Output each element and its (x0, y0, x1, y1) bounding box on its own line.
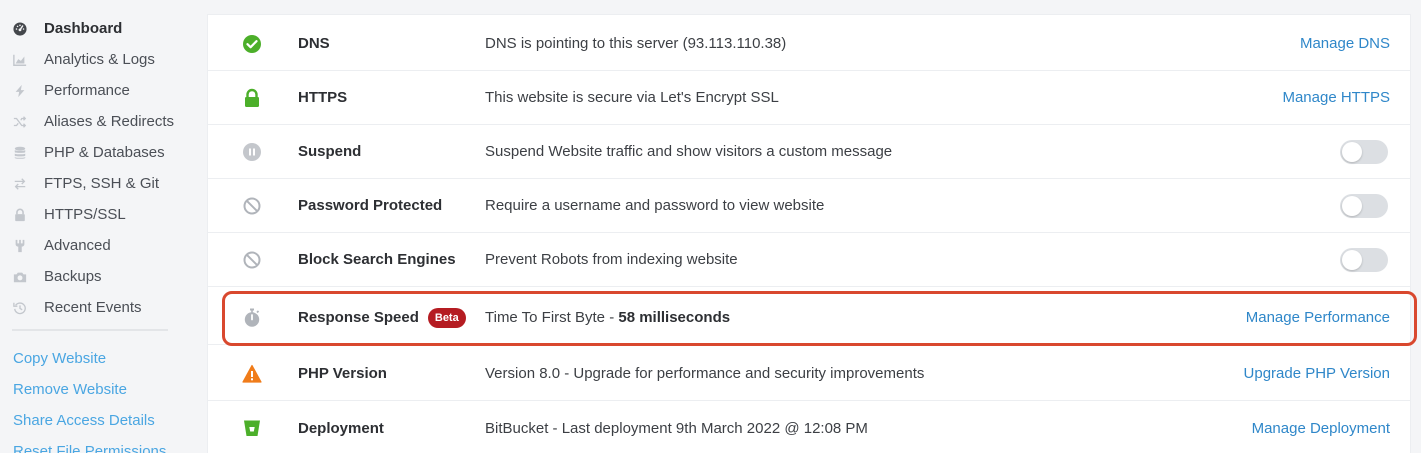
row-description: Prevent Robots from indexing website (485, 251, 738, 268)
sidebar-item-backups[interactable]: Backups (0, 261, 200, 292)
sidebar-item-label: Backups (44, 268, 102, 285)
beta-badge: Beta (427, 307, 466, 328)
row-description: Time To First Byte - 58 milliseconds (485, 309, 730, 326)
sidebar-item-label: HTTPS/SSL (44, 206, 126, 223)
sidebar-item-php-databases[interactable]: PHP & Databases (0, 137, 200, 168)
row-label: Deployment (298, 419, 384, 437)
manage-performance-link[interactable]: Manage Performance (1246, 309, 1390, 326)
row-description: BitBucket - Last deployment 9th March 20… (485, 419, 868, 437)
row-label: PHP Version (298, 365, 387, 382)
row-response-speed: Response Speed Beta Time To First Byte -… (208, 291, 1410, 345)
manage-deployment-link[interactable]: Manage Deployment (1252, 420, 1390, 437)
row-label: Password Protected (298, 197, 443, 214)
row-description: DNS is pointing to this server (93.113.1… (485, 35, 787, 52)
response-speed-label: Response Speed (298, 309, 419, 326)
row-description: Suspend Website traffic and show visitor… (485, 143, 893, 160)
row-description: Require a username and password to view … (485, 197, 825, 214)
stopwatch-icon (242, 308, 262, 328)
row-label: Response Speed Beta (298, 307, 466, 328)
dashboard-icon (12, 21, 28, 37)
row-label: Suspend (298, 143, 362, 160)
ban-icon (242, 196, 262, 216)
shuffle-icon (12, 114, 28, 130)
bolt-icon (12, 83, 28, 99)
exchange-icon (12, 176, 28, 192)
page: Dashboard Analytics & Logs Performance A… (0, 0, 1421, 453)
website-status-card: DNS DNS is pointing to this server (93.1… (207, 14, 1411, 453)
ban-icon (242, 250, 262, 270)
sidebar-item-label: Advanced (44, 237, 111, 254)
sidebar-item-analytics[interactable]: Analytics & Logs (0, 44, 200, 75)
sidebar-divider (12, 329, 168, 331)
sidebar-item-advanced[interactable]: Advanced (0, 230, 200, 261)
row-php-version: PHP Version Version 8.0 - Upgrade for pe… (208, 347, 1410, 401)
sidebar-item-ftps[interactable]: FTPS, SSH & Git (0, 168, 200, 199)
row-dns: DNS DNS is pointing to this server (93.1… (208, 17, 1410, 71)
ttfb-label: Time To First Byte - (485, 309, 619, 326)
sidebar-item-label: Analytics & Logs (44, 51, 155, 68)
manage-dns-link[interactable]: Manage DNS (1300, 35, 1390, 52)
sidebar-item-label: Aliases & Redirects (44, 113, 175, 130)
lock-icon (12, 207, 28, 223)
row-label: Block Search Engines (298, 251, 456, 268)
sidebar-item-label: Performance (44, 82, 130, 99)
sidebar-item-https-ssl[interactable]: HTTPS/SSL (0, 199, 200, 230)
check-circle-icon (242, 34, 262, 54)
row-deployment: Deployment BitBucket - Last deployment 9… (208, 401, 1410, 453)
sidebar-item-label: FTPS, SSH & Git (44, 175, 160, 192)
row-block-search-engines: Block Search Engines Prevent Robots from… (208, 233, 1410, 287)
lock-icon (242, 88, 262, 108)
share-access-details-link[interactable]: Share Access Details (0, 405, 200, 436)
chart-icon (12, 52, 28, 68)
sidebar-item-recent-events[interactable]: Recent Events (0, 292, 200, 323)
block-search-engines-toggle[interactable] (1340, 247, 1388, 272)
ttfb-value: 58 milliseconds (618, 309, 731, 326)
manage-https-link[interactable]: Manage HTTPS (1282, 89, 1390, 106)
row-label: DNS (298, 35, 330, 52)
sidebar-item-dashboard[interactable]: Dashboard (0, 13, 200, 44)
row-suspend: Suspend Suspend Website traffic and show… (208, 125, 1410, 179)
pause-circle-icon (242, 142, 262, 162)
reset-file-permissions-link[interactable]: Reset File Permissions (0, 436, 200, 453)
row-https: HTTPS This website is secure via Let's E… (208, 71, 1410, 125)
row-description: This website is secure via Let's Encrypt… (485, 89, 779, 106)
database-icon (12, 145, 28, 161)
warning-icon (242, 364, 262, 384)
bitbucket-icon (242, 418, 262, 438)
camera-icon (12, 269, 28, 285)
wrench-icon (12, 238, 28, 254)
suspend-toggle[interactable] (1340, 139, 1388, 164)
sidebar-item-label: PHP & Databases (44, 144, 165, 161)
sidebar-item-performance[interactable]: Performance (0, 75, 200, 106)
password-protected-toggle[interactable] (1340, 193, 1388, 218)
sidebar-item-aliases[interactable]: Aliases & Redirects (0, 106, 200, 137)
copy-website-link[interactable]: Copy Website (0, 343, 200, 374)
sidebar-item-label: Dashboard (44, 20, 123, 37)
upgrade-php-version-link[interactable]: Upgrade PHP Version (1244, 365, 1390, 382)
row-label: HTTPS (298, 89, 348, 106)
remove-website-link[interactable]: Remove Website (0, 374, 200, 405)
sidebar: Dashboard Analytics & Logs Performance A… (0, 0, 200, 453)
row-description: Version 8.0 - Upgrade for performance an… (485, 365, 925, 382)
sidebar-item-label: Recent Events (44, 299, 142, 316)
history-icon (12, 300, 28, 316)
row-password-protected: Password Protected Require a username an… (208, 179, 1410, 233)
